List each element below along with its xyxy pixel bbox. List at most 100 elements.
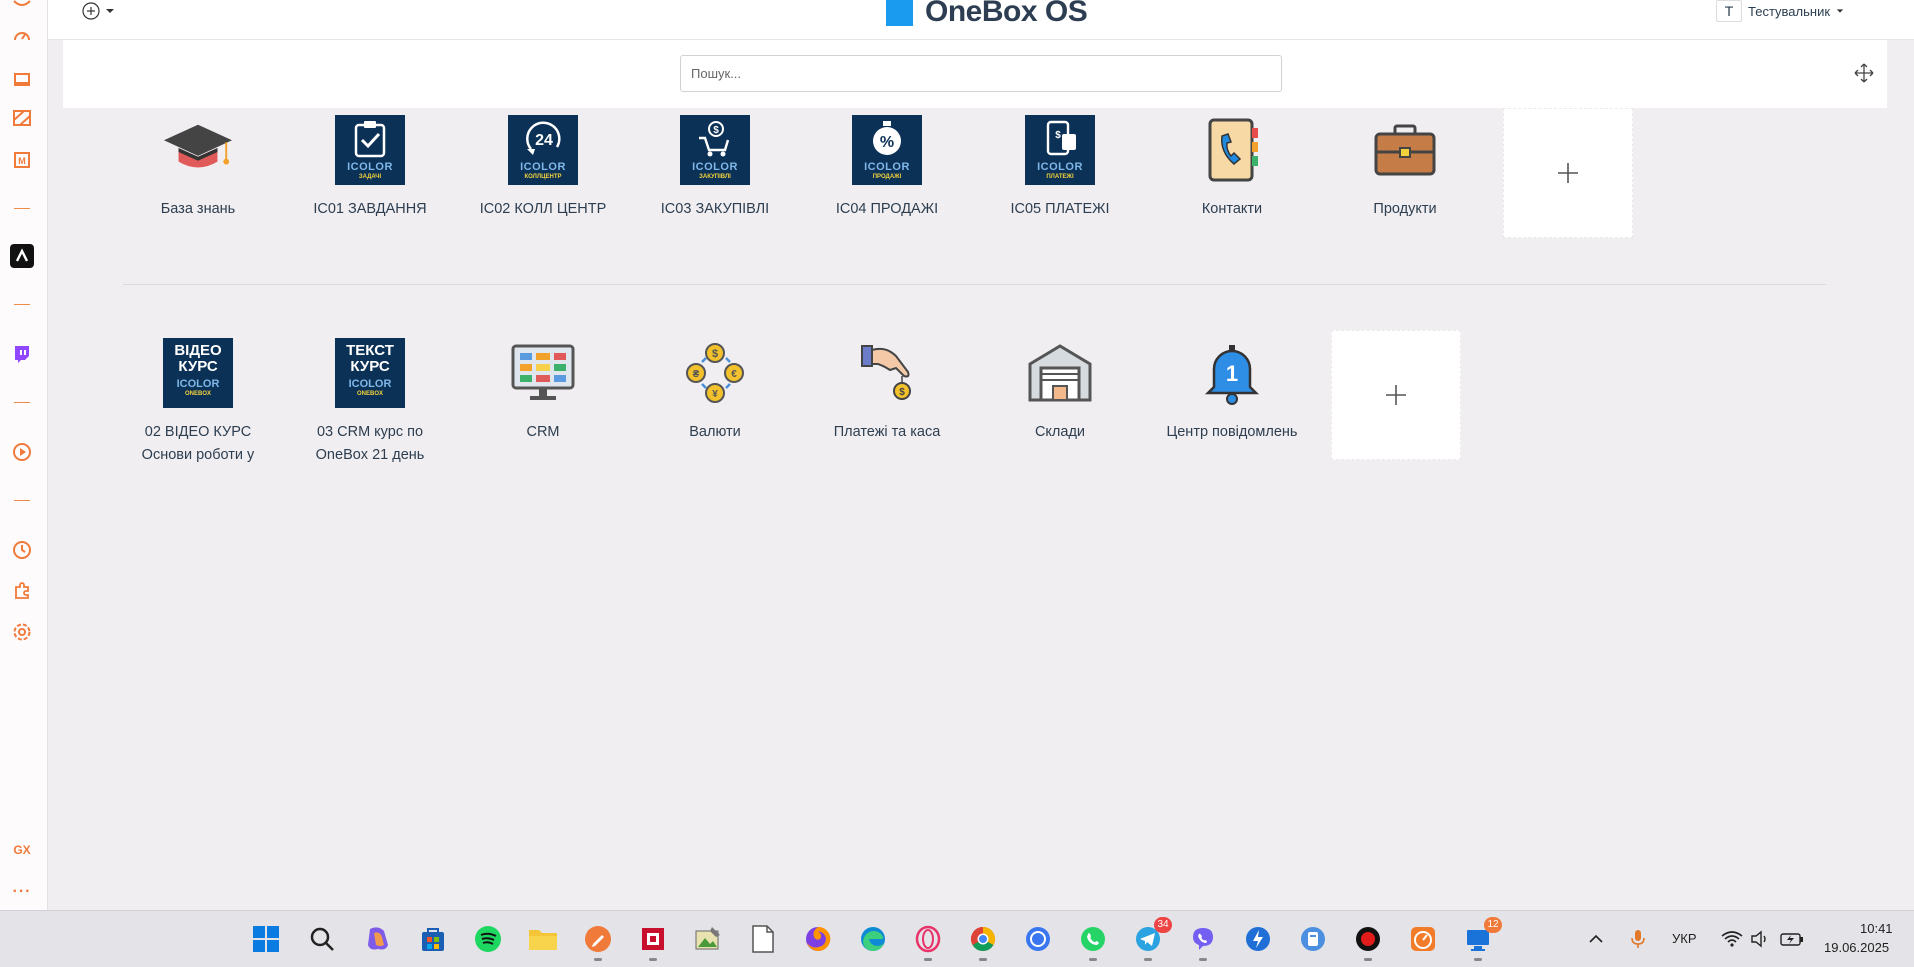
lightning-app-icon[interactable] [1242, 923, 1274, 955]
microsoft-store-icon[interactable] [417, 923, 449, 955]
tile-label: 02 ВІДЕО КУРС Основи роботи у [141, 424, 255, 463]
onebox-logo[interactable]: OneBox OS [886, 0, 1088, 28]
app-tile[interactable]: База знань [123, 114, 273, 221]
spotify-icon[interactable] [472, 923, 504, 955]
graduation-cap-icon [162, 114, 234, 186]
user-menu[interactable]: T Тестувальник [1716, 0, 1844, 22]
tile-label: Продукти [1373, 201, 1437, 217]
file-explorer-icon[interactable] [527, 923, 559, 955]
gaming-hub-icon[interactable] [10, 66, 34, 90]
remote-badge: 12 [1484, 917, 1502, 933]
tile-label: CRM [526, 424, 560, 440]
currencies-icon: $ ₴ € ¥ [679, 337, 751, 409]
edge-icon[interactable] [857, 923, 889, 955]
chevron-up-icon[interactable] [1580, 923, 1612, 955]
add-app-tile-button[interactable] [1503, 108, 1633, 238]
opera-gx-icon[interactable] [912, 923, 944, 961]
app-tile[interactable]: CRM [468, 337, 618, 444]
icolor-sales-icon: % ICOLOR ПРОДАЖІ [851, 114, 923, 186]
svg-text:$: $ [899, 387, 905, 398]
pencil-app-icon[interactable] [582, 923, 614, 961]
speedometer-icon[interactable] [10, 24, 34, 48]
tile-label: IC03 ЗАКУПІВЛІ [660, 201, 770, 217]
browser-sidebar: M GX ··· [0, 0, 48, 910]
more-dots-icon[interactable]: ··· [10, 880, 34, 904]
app-tile[interactable]: Склади [985, 337, 1135, 444]
app-tile[interactable]: Контакти [1157, 114, 1307, 221]
document-icon[interactable] [747, 923, 779, 955]
search-icon[interactable] [306, 923, 338, 955]
plus-circle-icon [82, 2, 100, 20]
tile-label: 03 CRM курс по OneBox 21 день [315, 424, 425, 463]
gx-game-icon[interactable] [10, 0, 34, 18]
app-a-icon[interactable] [10, 244, 34, 268]
telegram-badge: 34 [1154, 917, 1172, 933]
battery-icon[interactable] [1776, 923, 1808, 955]
extensions-icon[interactable] [10, 578, 34, 602]
svg-text:€: € [731, 369, 737, 380]
history-icon[interactable] [10, 538, 34, 562]
signal-icon[interactable] [1022, 923, 1054, 955]
wallpaper-icon[interactable] [10, 106, 34, 130]
language-indicator[interactable]: УКР [1672, 931, 1697, 946]
recorder-icon[interactable] [1352, 923, 1384, 961]
blue-app-icon[interactable] [1297, 923, 1329, 955]
svg-text:24: 24 [535, 132, 553, 149]
image-editor-icon[interactable] [692, 923, 724, 955]
plus-icon [1558, 163, 1578, 183]
whatsapp-icon[interactable] [1077, 923, 1109, 961]
add-menu-button[interactable] [81, 1, 121, 21]
app-tile[interactable]: ТЕКСТ КУРС ICOLOR ONEBOX 03 CRM курс по … [295, 337, 445, 467]
tile-label: Склади [1034, 424, 1086, 440]
gx-mods-icon[interactable]: M [10, 148, 34, 172]
text-course-icon: ТЕКСТ КУРС ICOLOR ONEBOX [334, 337, 406, 409]
plus-icon [1386, 385, 1406, 405]
remote-desktop-icon[interactable]: 12 [1462, 917, 1502, 961]
app-tile[interactable]: $ ₴ € ¥ Валюти [640, 337, 790, 444]
search-input[interactable] [680, 55, 1282, 92]
red-app-icon[interactable] [637, 923, 669, 961]
icolor-purchases-icon: $ ICOLOR ЗАКУПІВЛІ [679, 114, 751, 186]
svg-text:$: $ [712, 348, 718, 360]
tile-label: Центр повідомлень [1166, 424, 1298, 440]
chrome-icon[interactable] [967, 923, 999, 961]
tile-label: IC02 КОЛЛ ЦЕНТР [479, 201, 607, 217]
page-scrollbar[interactable] [1900, 40, 1914, 910]
app-tile[interactable]: % ICOLOR ПРОДАЖІ IC04 ПРОДАЖІ [812, 114, 962, 221]
expand-arrows-icon[interactable] [1853, 62, 1875, 84]
svg-text:M: M [18, 156, 26, 166]
app-tile[interactable]: ICOLOR ЗАДАЧІ IC01 ЗАВДАННЯ [295, 114, 445, 221]
settings-gear-icon[interactable] [10, 620, 34, 644]
address-book-icon [1196, 114, 1268, 186]
copilot-icon[interactable] [362, 923, 394, 955]
logo-square-icon [886, 0, 913, 26]
windows-start-icon[interactable] [250, 923, 282, 955]
viber-icon[interactable] [1187, 923, 1219, 961]
app-tile[interactable]: Продукти [1330, 114, 1480, 221]
app-tile[interactable]: 24 ICOLOR КОЛЛЦЕНТР IC02 КОЛЛ ЦЕНТР [468, 114, 618, 221]
tile-label: IC01 ЗАВДАННЯ [313, 201, 427, 217]
gx-label[interactable]: GX [10, 838, 34, 862]
top-header: OneBox OS T Тестувальник [48, 0, 1914, 40]
volume-icon[interactable] [1744, 923, 1776, 955]
add-app-tile-button[interactable] [1331, 330, 1461, 460]
app-tile[interactable]: $ Платежі та каса [812, 337, 962, 444]
app-tile[interactable]: ВІДЕО КУРС ICOLOR ONEBOX 02 ВІДЕО КУРС О… [123, 337, 273, 467]
app-tile[interactable]: $ ICOLOR ЗАКУПІВЛІ IC03 ЗАКУПІВЛІ [640, 114, 790, 221]
svg-text:$: $ [713, 125, 719, 136]
warehouse-icon [1024, 337, 1096, 409]
payment-hand-icon: $ [851, 337, 923, 409]
telegram-icon[interactable]: 34 [1132, 917, 1172, 961]
twitch-icon[interactable] [10, 342, 34, 366]
microphone-icon[interactable] [1622, 923, 1654, 955]
notification-bell-icon: 1 [1196, 337, 1268, 409]
clock-date[interactable]: 19.06.2025 [1824, 940, 1889, 955]
tile-label: IC04 ПРОДАЖІ [835, 201, 939, 217]
app-tile[interactable]: $ ICOLOR ПЛАТЕЖІ IC05 ПЛАТЕЖІ [985, 114, 1135, 221]
speed-app-icon[interactable] [1407, 923, 1439, 955]
clock-time[interactable]: 10:41 [1860, 921, 1893, 936]
player-icon[interactable] [10, 440, 34, 464]
app-tile[interactable]: 1 Центр повідомлень [1157, 337, 1307, 444]
firefox-icon[interactable] [802, 923, 834, 955]
video-course-icon: ВІДЕО КУРС ICOLOR ONEBOX [162, 337, 234, 409]
